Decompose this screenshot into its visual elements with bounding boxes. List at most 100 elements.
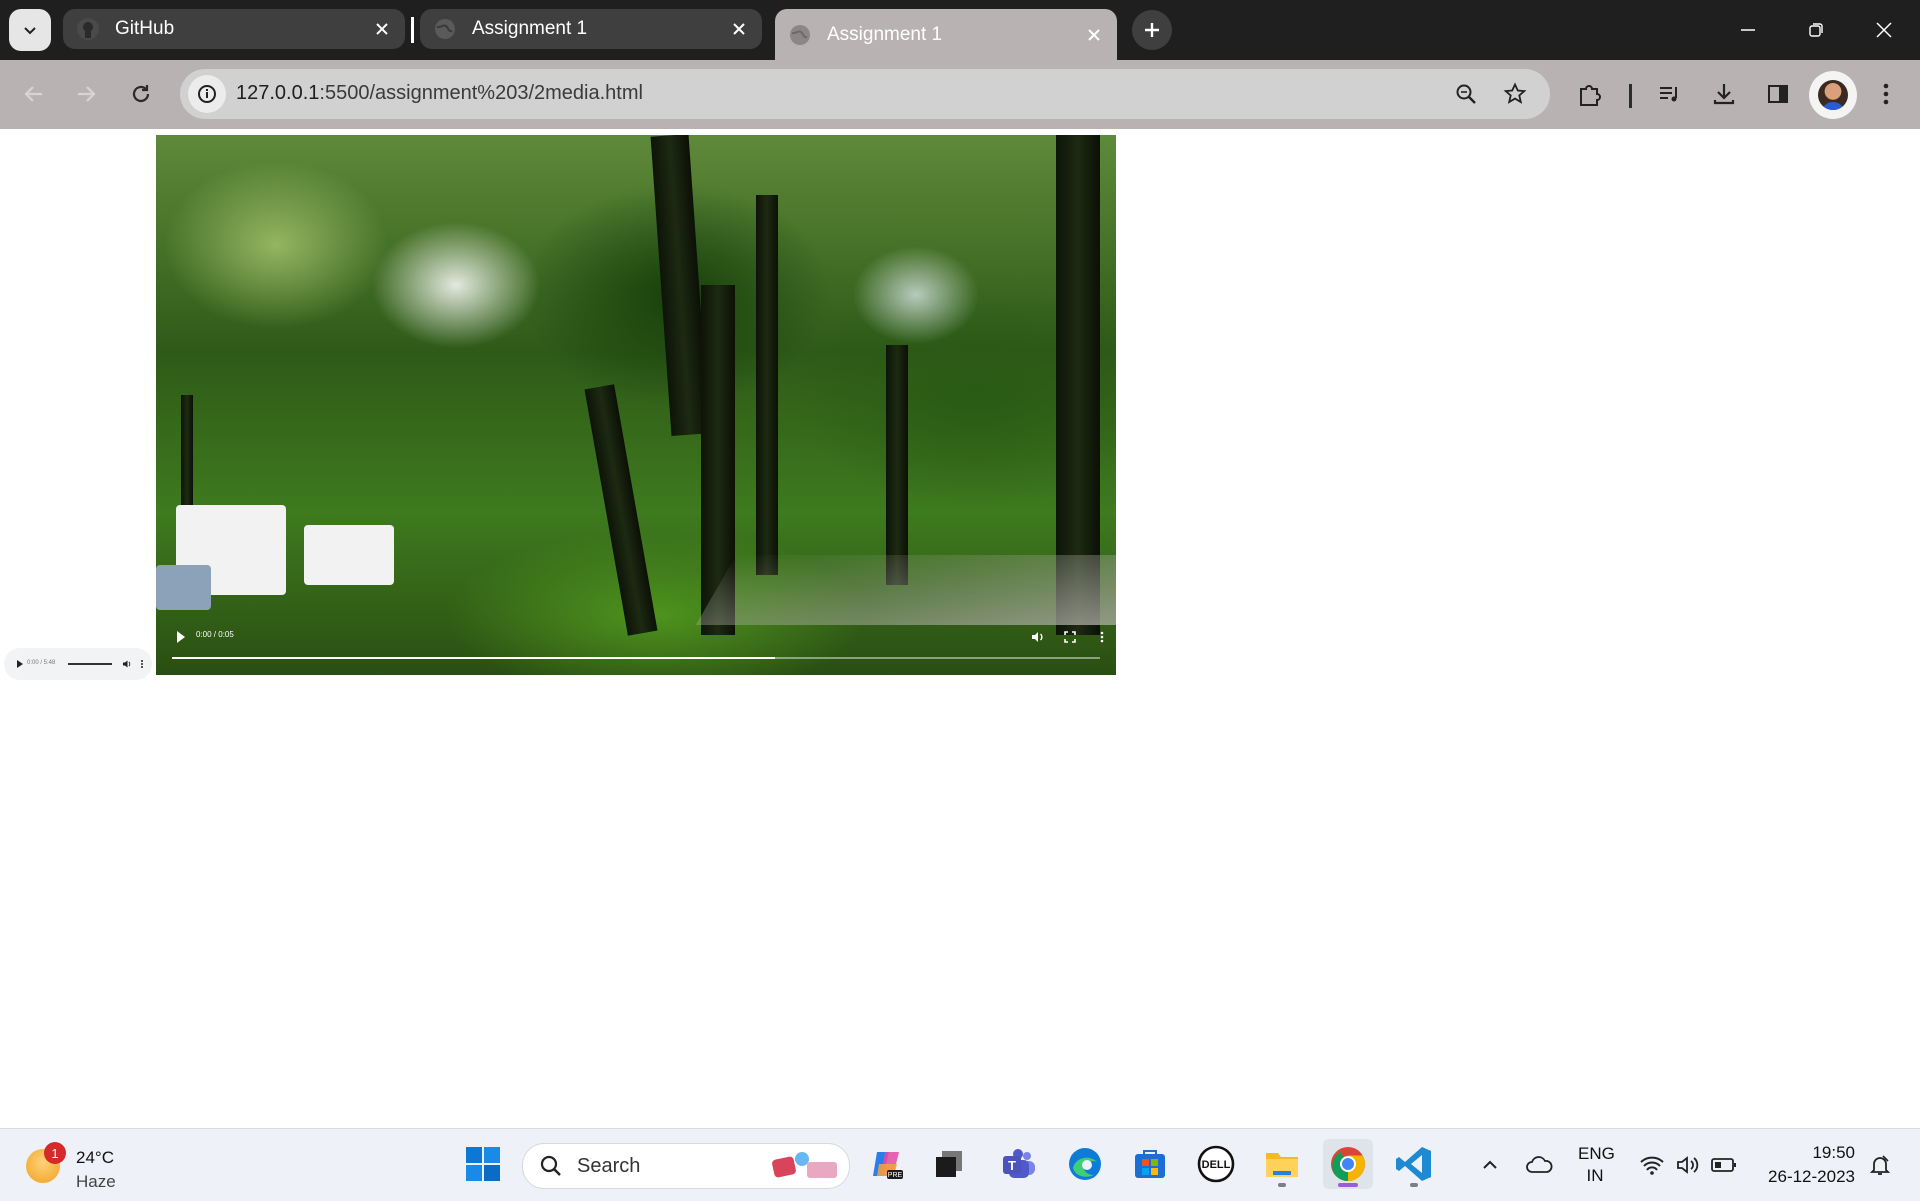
- audio-time: 0:00 / 5:48: [27, 660, 56, 666]
- site-info-button[interactable]: [188, 75, 226, 113]
- taskbar-edge[interactable]: [1060, 1139, 1110, 1189]
- kebab-menu-icon: [141, 660, 143, 668]
- downloads-button[interactable]: [1706, 76, 1742, 112]
- fullscreen-icon: [1064, 631, 1076, 643]
- browser-menu-button[interactable]: [1868, 76, 1904, 112]
- battery-button[interactable]: [1706, 1147, 1742, 1183]
- windows-icon: [466, 1147, 500, 1181]
- tab-assignment-1-active[interactable]: Assignment 1: [775, 9, 1117, 60]
- url-host: 127.0.0.1: [236, 82, 320, 104]
- video-mute-button[interactable]: [1027, 626, 1049, 648]
- taskbar: 1 24°C Haze Search PRE T DELL ENG IN 19:…: [0, 1128, 1920, 1201]
- volume-icon: [1032, 632, 1043, 642]
- tab-title: Assignment 1: [827, 23, 943, 45]
- start-button[interactable]: [458, 1139, 508, 1189]
- weather-temperature: 24°C: [76, 1148, 114, 1167]
- plus-icon: [1145, 23, 1159, 37]
- tray-overflow-button[interactable]: [1472, 1147, 1508, 1183]
- video-more-button[interactable]: [1091, 626, 1113, 648]
- close-icon: [376, 23, 388, 35]
- play-icon: [177, 631, 185, 643]
- minimize-button[interactable]: [1714, 0, 1782, 60]
- side-panel-button[interactable]: [1760, 76, 1796, 112]
- tab-close-button[interactable]: [367, 14, 397, 44]
- video-frame: [156, 135, 1116, 675]
- close-icon: [733, 23, 745, 35]
- kebab-menu-icon: [1100, 631, 1104, 643]
- profile-avatar[interactable]: [1809, 71, 1857, 119]
- language-indicator[interactable]: ENG IN: [1578, 1143, 1615, 1187]
- tab-close-button[interactable]: [724, 14, 754, 44]
- browser-toolbar: 127.0.0.1:5500/assignment%203/2media.htm…: [0, 60, 1920, 129]
- play-icon: [17, 660, 23, 668]
- globe-icon: [432, 16, 458, 42]
- tab-github[interactable]: GitHub: [63, 9, 405, 49]
- active-indicator: [1338, 1183, 1358, 1187]
- weather-widget[interactable]: 1 24°C Haze: [26, 1137, 136, 1193]
- volume-icon: [1677, 1156, 1699, 1174]
- svg-text:PRE: PRE: [888, 1172, 903, 1179]
- tab-close-button[interactable]: [1079, 20, 1109, 50]
- dell-icon: DELL: [1197, 1145, 1235, 1183]
- system-clock[interactable]: 19:50 26-12-2023: [1745, 1141, 1855, 1189]
- audio-progress-fill: [68, 663, 112, 665]
- back-button[interactable]: [14, 74, 54, 114]
- notifications-button[interactable]: [1862, 1147, 1898, 1183]
- restore-button[interactable]: [1782, 0, 1850, 60]
- audio-player[interactable]: 0:00 / 5:48: [4, 648, 152, 680]
- github-icon: [75, 16, 101, 42]
- taskbar-dell[interactable]: DELL: [1191, 1139, 1241, 1189]
- taskbar-copilot[interactable]: PRE: [862, 1139, 912, 1189]
- minimize-icon: [1741, 29, 1755, 31]
- url-path: :5500/assignment%203/2media.html: [319, 82, 643, 104]
- onedrive-button[interactable]: [1521, 1147, 1557, 1183]
- reload-button[interactable]: [121, 74, 161, 114]
- reload-icon: [132, 85, 150, 103]
- search-highlight-icon: [771, 1150, 841, 1182]
- zoom-button[interactable]: [1450, 78, 1482, 110]
- taskbar-task-view[interactable]: [924, 1139, 974, 1189]
- info-icon: [198, 85, 216, 103]
- audio-more-button[interactable]: [132, 654, 152, 674]
- close-icon: [1088, 28, 1100, 41]
- close-window-button[interactable]: [1850, 0, 1918, 60]
- video-fullscreen-button[interactable]: [1059, 626, 1081, 648]
- puzzle-icon: [1580, 85, 1601, 106]
- audio-progress[interactable]: [68, 663, 112, 665]
- extensions-button[interactable]: [1572, 76, 1608, 112]
- notification-badge: 1: [44, 1142, 66, 1164]
- chrome-icon: [1331, 1147, 1365, 1181]
- taskbar-store[interactable]: [1125, 1139, 1175, 1189]
- tab-strip: GitHub Assignment 1 Assignment 1: [0, 0, 1920, 60]
- address-bar[interactable]: 127.0.0.1:5500/assignment%203/2media.htm…: [180, 69, 1550, 119]
- tab-search-button[interactable]: [9, 9, 51, 51]
- new-tab-button[interactable]: [1132, 10, 1172, 50]
- taskbar-chrome[interactable]: [1323, 1139, 1373, 1189]
- teams-icon: T: [1003, 1149, 1035, 1178]
- video-player[interactable]: 0:00 / 0:05: [156, 135, 1116, 675]
- video-play-button[interactable]: [170, 626, 192, 648]
- taskbar-file-explorer[interactable]: [1257, 1139, 1307, 1189]
- forward-button[interactable]: [66, 74, 106, 114]
- bookmark-button[interactable]: [1499, 78, 1531, 110]
- video-progress-fill: [172, 657, 776, 659]
- vscode-icon: [1396, 1147, 1431, 1181]
- search-icon: [540, 1155, 561, 1176]
- battery-icon: [1711, 1158, 1736, 1172]
- edge-icon: [1069, 1148, 1101, 1180]
- tab-assignment-1[interactable]: Assignment 1: [420, 9, 762, 49]
- media-controls-button[interactable]: [1652, 76, 1688, 112]
- taskbar-vscode[interactable]: [1389, 1139, 1439, 1189]
- cloud-icon: [1526, 1156, 1553, 1173]
- chevron-down-icon: [24, 27, 36, 35]
- notification-bell-icon: [1869, 1155, 1891, 1175]
- zoom-icon: [1456, 84, 1476, 104]
- taskbar-search[interactable]: Search: [522, 1143, 850, 1189]
- weather-condition: Haze: [76, 1172, 116, 1191]
- taskbar-teams[interactable]: T: [994, 1139, 1044, 1189]
- wifi-button[interactable]: [1634, 1147, 1670, 1183]
- video-progress[interactable]: [172, 657, 1100, 659]
- volume-button[interactable]: [1670, 1147, 1706, 1183]
- url-text[interactable]: 127.0.0.1:5500/assignment%203/2media.htm…: [236, 82, 643, 105]
- svg-text:DELL: DELL: [1202, 1159, 1231, 1171]
